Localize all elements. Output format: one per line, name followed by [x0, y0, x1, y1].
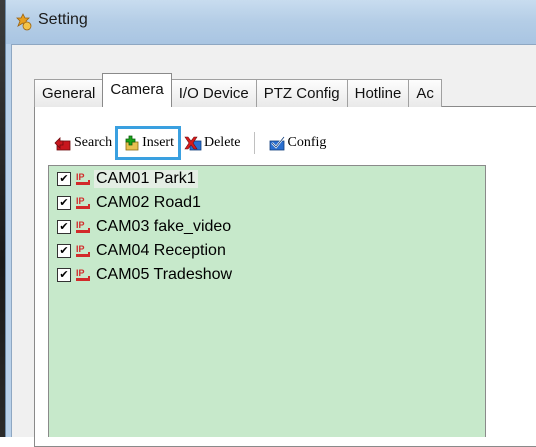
- camera-name: CAM03 fake_video: [96, 218, 232, 235]
- svg-text:IP: IP: [76, 220, 85, 230]
- svg-text:IP: IP: [76, 268, 85, 278]
- ip-camera-icon: IP: [76, 268, 90, 281]
- svg-text:IP: IP: [76, 196, 85, 206]
- insert-label: Insert: [142, 135, 174, 150]
- camera-list[interactable]: ✔ IP CAM01 Park1 ✔ IP CAM02 Road1 ✔ IP C…: [48, 165, 486, 437]
- insert-button[interactable]: Insert: [115, 126, 181, 160]
- tab-io-device[interactable]: I/O Device: [170, 79, 257, 107]
- window-title: Setting: [38, 11, 88, 28]
- delete-camera-icon: [184, 136, 202, 151]
- camera-list-item[interactable]: ✔ IP CAM02 Road1: [57, 192, 203, 214]
- search-button[interactable]: Search: [51, 130, 115, 156]
- search-camera-icon: [54, 137, 71, 151]
- tab-ac-truncated[interactable]: Ac: [408, 79, 442, 107]
- tab-ptz-config[interactable]: PTZ Config: [255, 79, 348, 107]
- tab-hotline[interactable]: Hotline: [346, 79, 410, 107]
- delete-button[interactable]: Delete: [181, 130, 244, 156]
- camera-name: CAM02 Road1: [96, 194, 201, 211]
- delete-label: Delete: [203, 135, 241, 150]
- camera-checkbox[interactable]: ✔: [57, 172, 71, 186]
- camera-checkbox[interactable]: ✔: [57, 220, 71, 234]
- camera-name: CAM01 Park1: [94, 170, 198, 188]
- ip-camera-icon: IP: [76, 196, 90, 209]
- camera-toolbar: Search Insert Delete Config: [51, 126, 330, 160]
- tab-strip: General Camera I/O Device PTZ Config Hot…: [34, 73, 442, 107]
- svg-text:IP: IP: [76, 172, 85, 182]
- camera-name: CAM04 Reception: [96, 242, 226, 259]
- settings-app-icon: [16, 13, 32, 31]
- camera-list-item[interactable]: ✔ IP CAM01 Park1: [57, 168, 198, 190]
- config-camera-icon: [269, 136, 285, 151]
- insert-camera-icon: [125, 135, 139, 151]
- config-label: Config: [287, 135, 327, 150]
- search-label: Search: [74, 135, 113, 150]
- camera-list-item[interactable]: ✔ IP CAM04 Reception: [57, 240, 228, 262]
- tab-general[interactable]: General: [34, 79, 104, 107]
- camera-checkbox[interactable]: ✔: [57, 244, 71, 258]
- ip-camera-icon: IP: [76, 244, 90, 257]
- camera-list-item[interactable]: ✔ IP CAM05 Tradeshow: [57, 264, 234, 286]
- camera-name: CAM05 Tradeshow: [96, 266, 233, 283]
- camera-checkbox[interactable]: ✔: [57, 268, 71, 282]
- ip-camera-icon: IP: [76, 220, 90, 233]
- title-bar[interactable]: Setting: [6, 0, 536, 44]
- camera-checkbox[interactable]: ✔: [57, 196, 71, 210]
- config-button[interactable]: Config: [265, 130, 330, 156]
- tab-camera[interactable]: Camera: [102, 73, 172, 107]
- svg-text:IP: IP: [76, 244, 85, 254]
- toolbar-separator: [253, 132, 255, 154]
- camera-list-item[interactable]: ✔ IP CAM03 fake_video: [57, 216, 233, 238]
- ip-camera-icon: IP: [76, 172, 90, 185]
